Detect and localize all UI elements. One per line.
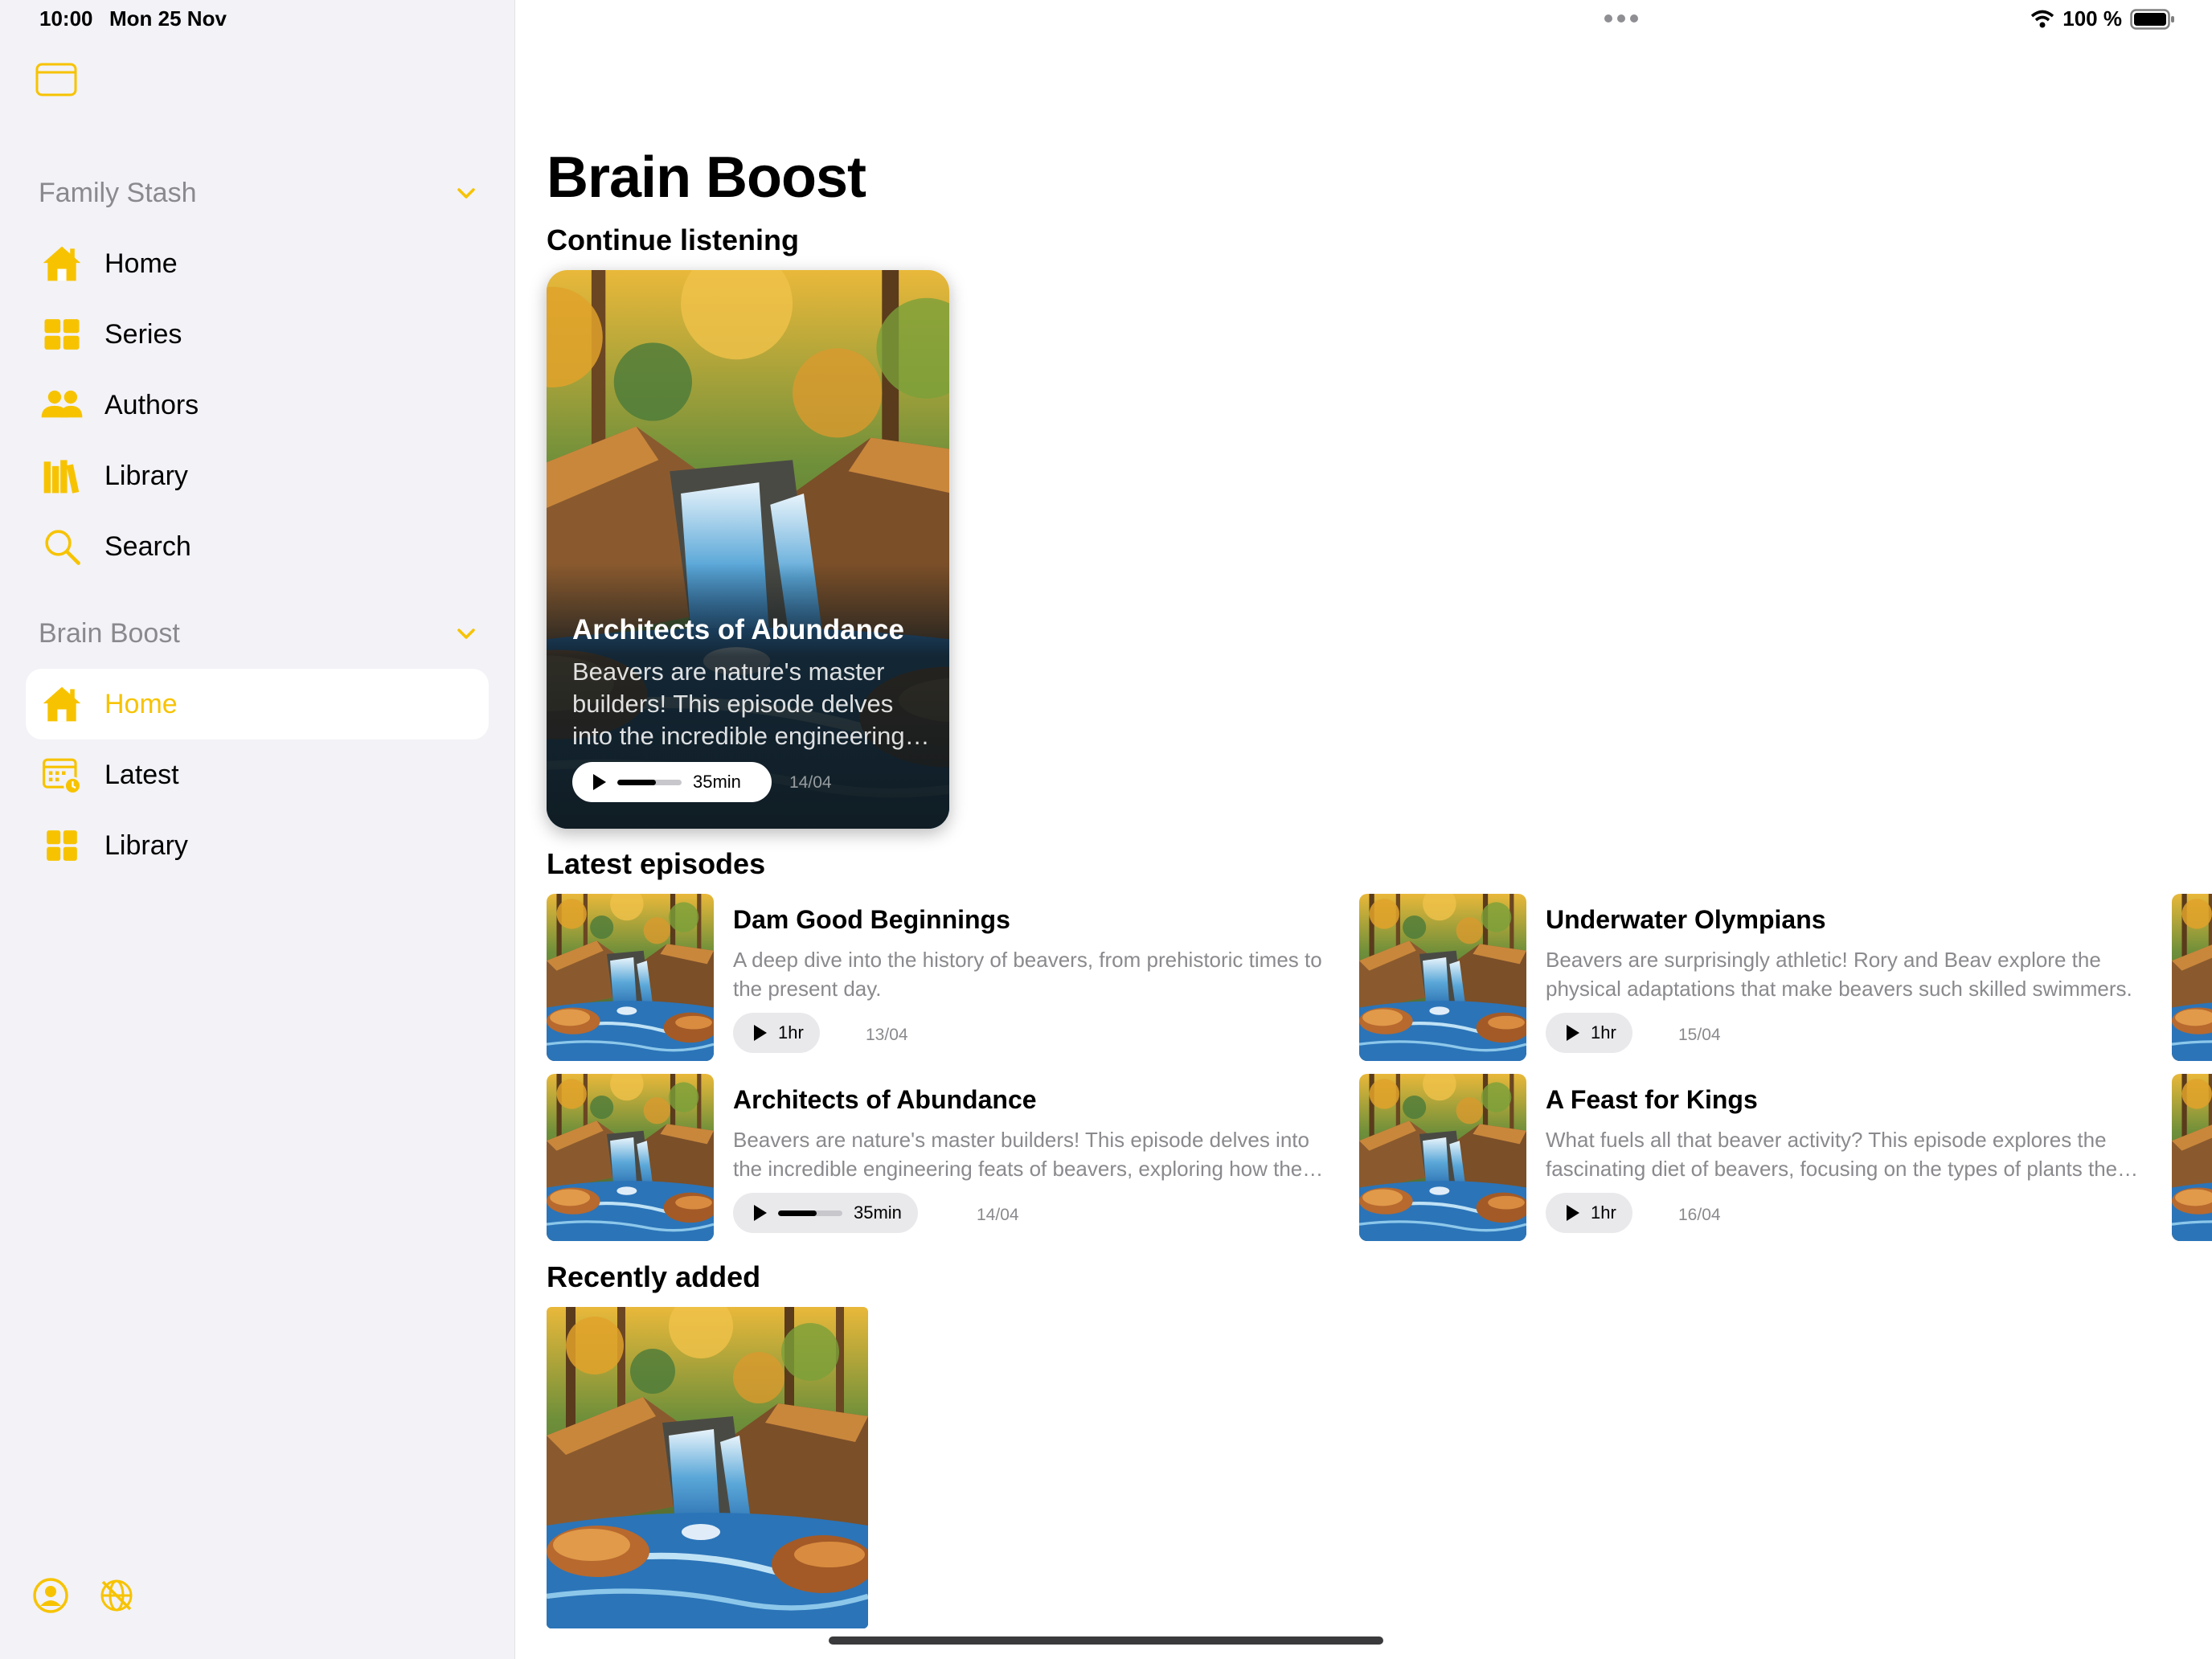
sidebar-item-label: Authors — [104, 389, 199, 420]
section-header-family-stash[interactable]: Family Stash — [39, 173, 481, 213]
episode-description: Beavers are nature's master builders! Th… — [572, 657, 905, 750]
episode-date: 15/04 — [1678, 1026, 1721, 1044]
episode-description: Beavers are surprisingly athletic! Rory … — [1546, 948, 2132, 1001]
people-icon — [39, 382, 85, 428]
episode-date: 14/04 — [977, 1206, 1019, 1224]
home-indicator[interactable] — [829, 1636, 1383, 1645]
magnifier-icon — [39, 523, 85, 570]
sidebar-item-label: Home — [104, 688, 178, 719]
status-date: Mon 25 Nov — [109, 6, 227, 31]
calendar-clock-icon — [39, 752, 85, 798]
battery-icon — [2130, 8, 2174, 30]
grid-icon — [39, 311, 85, 358]
books-icon — [39, 453, 85, 499]
continue-listening-card[interactable]: Architects of Abundance Beavers are natu… — [547, 270, 949, 829]
wifi-icon — [2031, 10, 2054, 27]
episode-row[interactable]: Architects of Abundance Beavers are natu… — [547, 1074, 1350, 1241]
play-button[interactable]: 35min — [572, 762, 772, 802]
chevron-down-icon — [457, 629, 475, 639]
episode-title: A Feast for Kings — [1546, 1085, 1758, 1114]
play-icon — [1567, 1025, 1579, 1041]
episode-title: Architects of Abundance — [733, 1085, 1037, 1114]
episode-title: Underwater Olympians — [1546, 905, 1826, 934]
episode-title: Architects of Abundance — [572, 614, 904, 645]
battery-percent: 100 % — [2062, 6, 2122, 31]
sidebar: 10:00 Mon 25 Nov Family Stash Home Serie… — [0, 0, 515, 1659]
house-icon — [39, 681, 85, 727]
sidebar-item-label: Series — [104, 318, 182, 350]
sidebar-item-label: Library — [104, 830, 188, 861]
episode-title: Dam Good Beginnings — [733, 905, 1010, 934]
continue-listening-heading: Continue listening — [547, 223, 799, 256]
play-button[interactable]: 1hr — [1546, 1013, 1632, 1053]
house-icon — [39, 240, 85, 287]
duration-label: 1hr — [778, 1022, 804, 1043]
sidebar-item-label: Latest — [104, 759, 179, 790]
episode-artwork — [1359, 1074, 1526, 1241]
section-title: Brain Boost — [39, 617, 180, 649]
episode-artwork-partial[interactable] — [2172, 1074, 2212, 1241]
sidebar-item-search[interactable]: Search — [26, 511, 489, 582]
sidebar-item-label: Home — [104, 248, 178, 279]
play-button[interactable]: 1hr — [1546, 1193, 1632, 1233]
account-icon[interactable] — [32, 1577, 69, 1614]
sidebar-item-home[interactable]: Home — [26, 228, 489, 299]
episode-artwork — [1359, 894, 1526, 1061]
duration-label: 35min — [854, 1202, 902, 1223]
section-title: Family Stash — [39, 177, 197, 208]
play-icon — [754, 1205, 767, 1221]
sidebar-item-library[interactable]: Library — [26, 810, 489, 881]
sidebar-item-home-selected[interactable]: Home — [26, 669, 489, 739]
episode-description: Beavers are nature's master builders! Th… — [733, 1128, 1313, 1181]
episode-row[interactable]: Dam Good Beginnings A deep dive into the… — [547, 894, 1350, 1061]
sidebar-item-label: Search — [104, 530, 191, 562]
recently-added-artwork[interactable] — [547, 1307, 868, 1628]
progress-bar — [617, 779, 682, 785]
episode-artwork-partial[interactable] — [2172, 894, 2212, 1061]
episode-description: A deep dive into the history of beavers,… — [733, 948, 1322, 1001]
sidebar-item-series[interactable]: Series — [26, 299, 489, 370]
sidebar-item-authors[interactable]: Authors — [26, 370, 489, 440]
duration-label: 1hr — [1591, 1022, 1616, 1043]
sidebar-item-library[interactable]: Library — [26, 440, 489, 511]
main-content: 100 % Brain Boost Continue listening Arc… — [515, 0, 2212, 1659]
episode-row[interactable]: A Feast for Kings What fuels all that be… — [1359, 1074, 2163, 1241]
sidebar-toggle-icon[interactable] — [35, 63, 77, 96]
chevron-down-icon — [457, 188, 475, 199]
episode-date: 16/04 — [1678, 1206, 1721, 1224]
duration-label: 35min — [693, 772, 741, 792]
section-header-brain-boost[interactable]: Brain Boost — [39, 613, 481, 653]
page-title: Brain Boost — [547, 145, 866, 210]
multitasking-dots-icon[interactable] — [1604, 14, 1638, 23]
sidebar-item-latest[interactable]: Latest — [26, 739, 489, 810]
progress-bar — [778, 1210, 842, 1216]
play-button[interactable]: 35min — [733, 1193, 918, 1233]
duration-label: 1hr — [1591, 1202, 1616, 1223]
status-indicators: 100 % — [2030, 6, 2175, 31]
episode-artwork — [547, 1074, 714, 1241]
play-icon — [1567, 1205, 1579, 1221]
play-button[interactable]: 1hr — [733, 1013, 820, 1053]
grid-icon — [39, 822, 85, 869]
episode-row[interactable]: Underwater Olympians Beavers are surpris… — [1359, 894, 2163, 1061]
episode-artwork — [547, 894, 714, 1061]
sidebar-item-label: Library — [104, 460, 188, 491]
episode-date: 14/04 — [789, 773, 832, 792]
latest-episodes-heading: Latest episodes — [547, 847, 766, 880]
episode-description: What fuels all that beaver activity? Thi… — [1546, 1128, 2128, 1181]
play-icon — [754, 1025, 767, 1041]
episode-date: 13/04 — [866, 1026, 908, 1044]
play-icon — [593, 774, 606, 790]
recently-added-heading: Recently added — [547, 1260, 761, 1293]
status-time: 10:00 — [39, 6, 93, 31]
offline-network-icon[interactable] — [98, 1577, 135, 1614]
